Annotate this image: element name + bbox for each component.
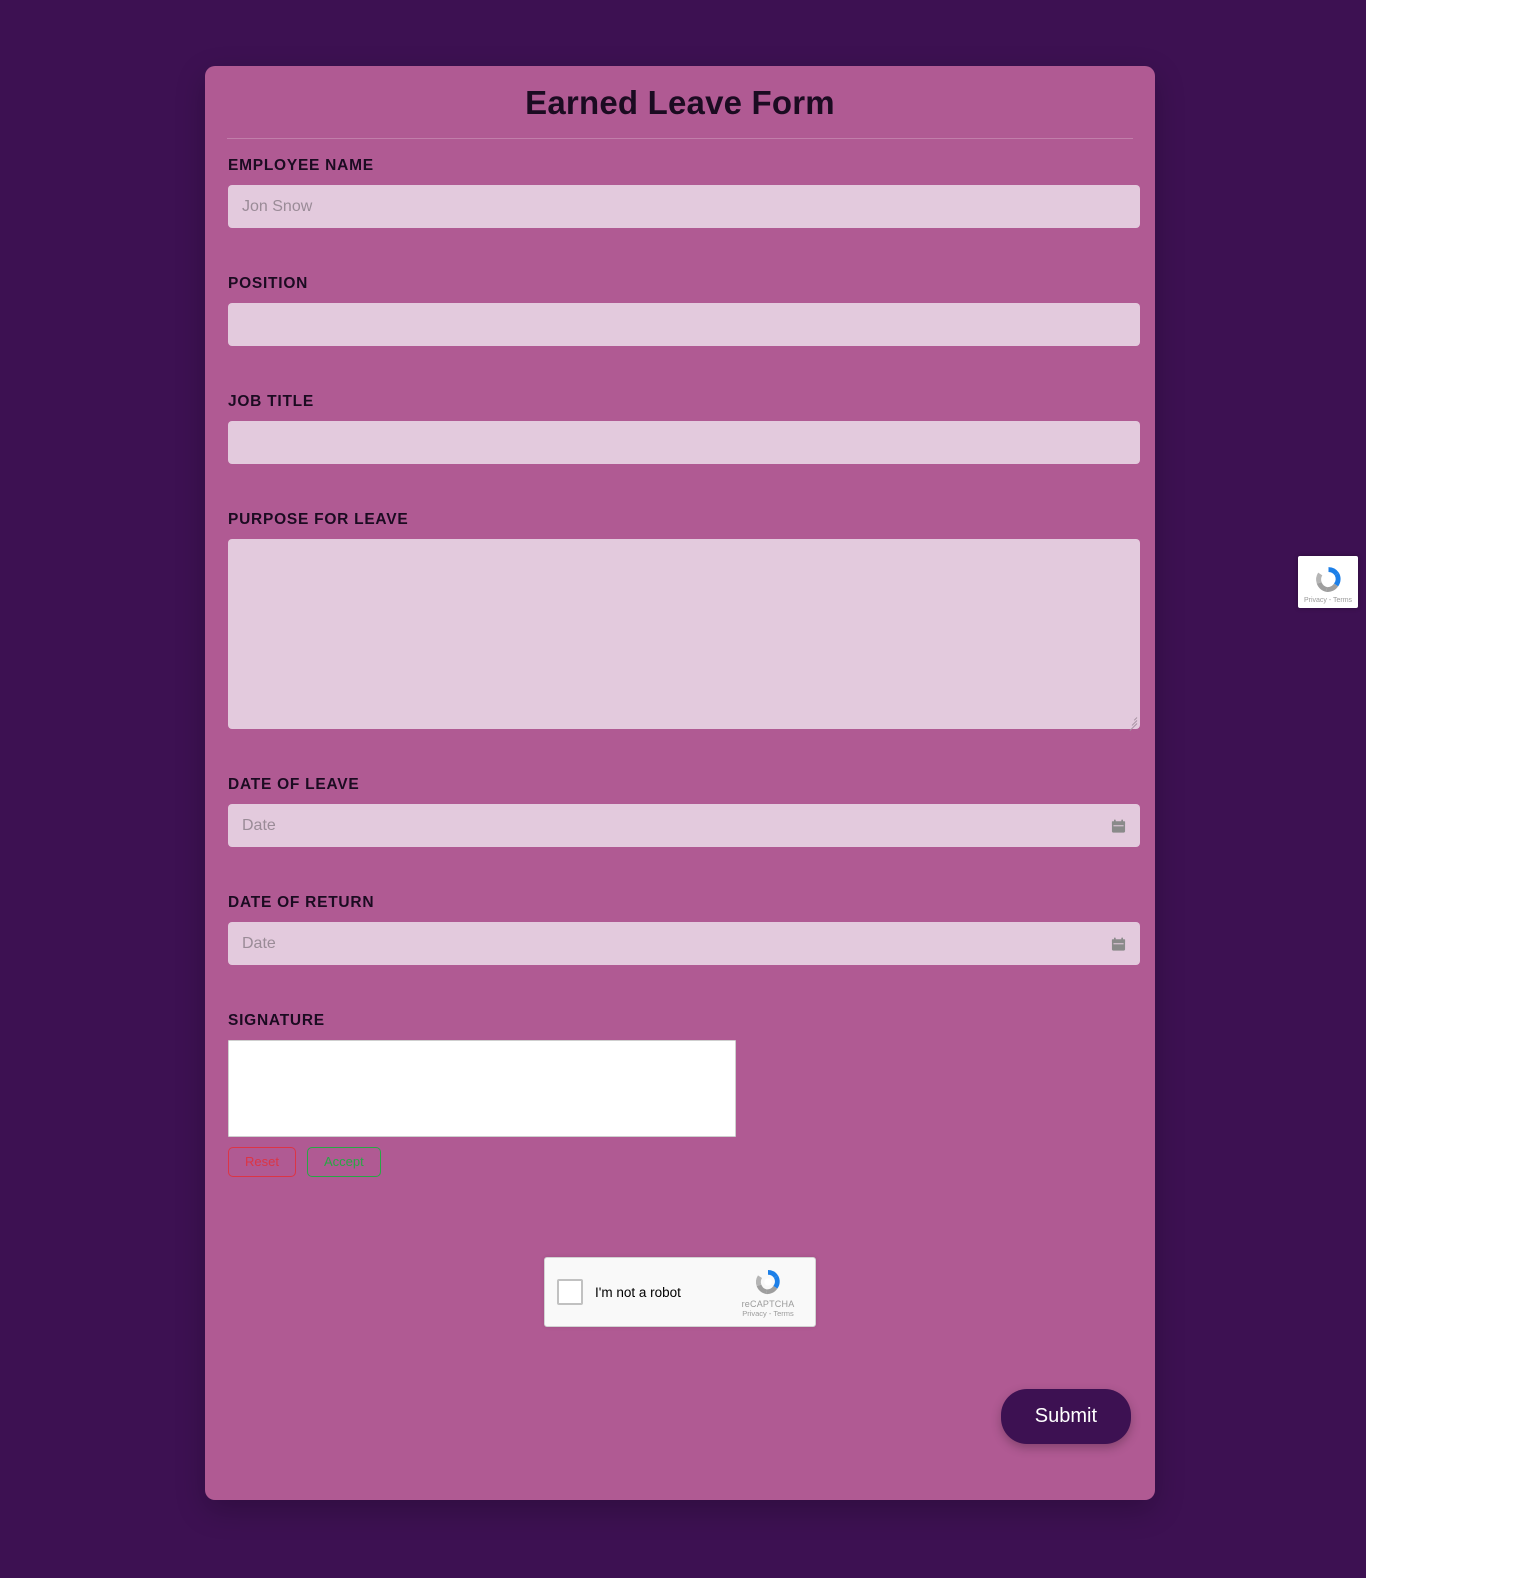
label-purpose-for-leave: PURPOSE FOR LEAVE bbox=[228, 511, 409, 528]
field-date-of-return: DATE OF RETURN bbox=[227, 894, 1140, 965]
signature-reset-button[interactable]: Reset bbox=[228, 1147, 296, 1178]
recaptcha-floating-badge[interactable]: Privacy - Terms bbox=[1298, 556, 1358, 608]
field-employee-name: EMPLOYEE NAME bbox=[227, 157, 1140, 228]
date-of-return-wrap bbox=[228, 922, 1140, 965]
label-position: POSITION bbox=[228, 275, 309, 292]
employee-name-input[interactable] bbox=[228, 185, 1140, 228]
purpose-for-leave-textarea[interactable] bbox=[228, 539, 1140, 729]
date-of-leave-input[interactable] bbox=[228, 804, 1140, 847]
recaptcha-terms-link[interactable]: Privacy - Terms bbox=[731, 1309, 805, 1318]
label-date-of-return: DATE OF RETURN bbox=[228, 894, 375, 911]
screenshot-viewport: Earned Leave Form EMPLOYEE NAME POSITION… bbox=[0, 0, 1532, 1578]
submit-button[interactable]: Submit bbox=[1000, 1389, 1131, 1445]
date-of-return-input[interactable] bbox=[228, 922, 1140, 965]
recaptcha-brand-name: reCAPTCHA bbox=[741, 1299, 795, 1310]
recaptcha-widget[interactable]: I'm not a robot reCAPTCHA Privacy - Term… bbox=[544, 1257, 816, 1328]
signature-canvas[interactable] bbox=[228, 1040, 736, 1137]
recaptcha-badge-logo-icon bbox=[1315, 566, 1341, 592]
recaptcha-logo-icon bbox=[755, 1270, 780, 1295]
title-divider bbox=[227, 138, 1133, 139]
recaptcha-badge-terms[interactable]: Privacy - Terms bbox=[1304, 597, 1352, 604]
label-signature: SIGNATURE bbox=[228, 1012, 325, 1029]
recaptcha-brand: reCAPTCHA Privacy - Terms bbox=[731, 1266, 805, 1318]
position-input[interactable] bbox=[228, 303, 1140, 346]
field-purpose-for-leave: PURPOSE FOR LEAVE bbox=[227, 511, 1140, 731]
recaptcha-label: I'm not a robot bbox=[595, 1284, 681, 1300]
signature-accept-button[interactable]: Accept bbox=[306, 1147, 381, 1178]
label-job-title: JOB TITLE bbox=[228, 393, 314, 410]
field-date-of-leave: DATE OF LEAVE bbox=[227, 776, 1140, 847]
submit-row: Submit bbox=[227, 1389, 1133, 1445]
page-background: Earned Leave Form EMPLOYEE NAME POSITION… bbox=[0, 0, 1366, 1578]
signature-buttons: Reset Accept bbox=[228, 1147, 1132, 1178]
page-title: Earned Leave Form bbox=[525, 84, 835, 121]
earned-leave-form-card: Earned Leave Form EMPLOYEE NAME POSITION… bbox=[205, 66, 1155, 1500]
recaptcha-checkbox[interactable] bbox=[557, 1279, 583, 1306]
recaptcha-row: I'm not a robot reCAPTCHA Privacy - Term… bbox=[227, 1257, 1133, 1328]
field-job-title: JOB TITLE bbox=[227, 393, 1140, 464]
date-of-leave-wrap bbox=[228, 804, 1140, 847]
job-title-input[interactable] bbox=[228, 421, 1140, 464]
field-signature: SIGNATURE Reset Accept bbox=[227, 1012, 1133, 1178]
purpose-textarea-wrap bbox=[228, 539, 1140, 731]
field-position: POSITION bbox=[227, 275, 1140, 346]
label-employee-name: EMPLOYEE NAME bbox=[228, 157, 374, 174]
label-date-of-leave: DATE OF LEAVE bbox=[228, 776, 360, 793]
